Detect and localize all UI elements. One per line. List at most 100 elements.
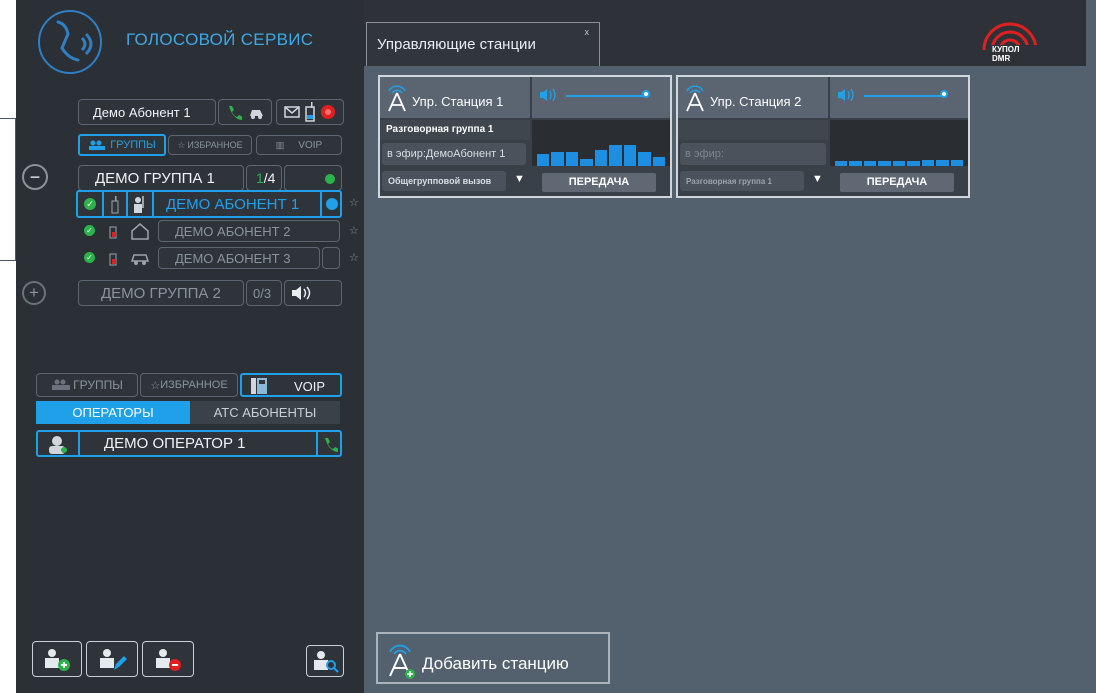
house-icon: [131, 223, 149, 240]
message-icon[interactable]: [284, 105, 300, 119]
level-bar: [936, 160, 949, 166]
tab-favorites-bottom[interactable]: ☆ ИЗБРАННОЕ: [140, 373, 238, 397]
subscriber-row-1[interactable]: ✓ ДЕМО АБОНЕНТ 1: [76, 190, 342, 218]
group-name-box[interactable]: ДЕМО ГРУППА 2: [78, 280, 244, 306]
side-panel-outline: [0, 118, 16, 261]
station-card-2[interactable]: Упр. Станция 2 в эфир: Разговорная групп…: [676, 75, 970, 198]
tab-groups-bottom[interactable]: ГРУППЫ: [36, 373, 138, 397]
speaker-icon: [540, 88, 556, 102]
level-bar: [950, 160, 963, 166]
station-card-1[interactable]: Упр. Станция 1 Разговорная группа 1 в эф…: [378, 75, 672, 198]
level-bar: [907, 161, 920, 166]
search-user-icon: [314, 651, 339, 673]
call-icon[interactable]: [322, 436, 338, 452]
transmit-button[interactable]: ПЕРЕДАЧА: [542, 173, 656, 192]
operator-row[interactable]: ДЕМО ОПЕРАТОР 1: [36, 430, 342, 457]
add-antenna-icon: [389, 644, 415, 679]
on-air-field: в эфир:ДемоАбонент 1: [382, 143, 526, 165]
check-icon: ✓: [84, 252, 95, 263]
volume-slider-track[interactable]: [566, 95, 646, 97]
check-icon: ✓: [84, 198, 96, 210]
radio-icon: [111, 196, 119, 214]
subscriber-name: ДЕМО АБОНЕНТ 2: [175, 224, 291, 239]
user-actions: [218, 99, 272, 125]
phone-icon[interactable]: [226, 104, 242, 120]
collapse-group-button[interactable]: −: [22, 164, 48, 190]
level-bar: [849, 161, 862, 166]
group-count: 0/3: [246, 280, 282, 306]
audio-level-meter: [532, 120, 670, 166]
call-type-select[interactable]: Общегрупповой вызов: [382, 171, 506, 191]
radio-icon[interactable]: [304, 102, 316, 122]
tab-voip-bottom[interactable]: VOIP: [240, 373, 342, 397]
tab-favorites[interactable]: ☆ ИЗБРАННОЕ: [168, 135, 252, 155]
antenna-icon: [388, 85, 406, 112]
favorite-star-icon[interactable]: ☆: [349, 224, 359, 237]
level-bar: [652, 157, 665, 166]
tab-groups[interactable]: ГРУППЫ: [78, 134, 166, 156]
level-bars: [834, 120, 964, 166]
level-bar: [638, 152, 651, 166]
edit-user-icon: [100, 649, 127, 670]
level-bar: [551, 152, 564, 166]
level-bar: [609, 145, 622, 166]
add-user-icon: [45, 649, 70, 671]
volume-slider-knob[interactable]: [940, 90, 948, 98]
car-icon: [130, 254, 150, 265]
subscriber-row-2[interactable]: ✓ ДЕМО АБОНЕНТ 2: [78, 220, 340, 242]
level-bar: [580, 159, 593, 166]
level-bar: [623, 145, 637, 166]
search-user-button[interactable]: [306, 645, 344, 677]
talk-group: [678, 120, 828, 124]
favorite-star-icon[interactable]: ☆: [349, 196, 359, 209]
alarm-icon[interactable]: [320, 104, 336, 120]
tab-pbx-subscribers[interactable]: АТС АБОНЕНТЫ: [190, 401, 340, 424]
add-station-button[interactable]: Добавить станцию: [376, 632, 610, 684]
operator-name: ДЕМО ОПЕРАТОР 1: [104, 435, 246, 452]
audio-level-meter: [830, 120, 968, 166]
subscriber-name: ДЕМО АБОНЕНТ 1: [166, 196, 300, 213]
tab-operators[interactable]: ОПЕРАТОРЫ: [36, 401, 190, 424]
user-name: Демо Абонент 1: [93, 105, 191, 120]
star-icon: ☆: [177, 139, 186, 150]
level-bar: [537, 154, 550, 166]
subscriber-row-3[interactable]: ✓ ДЕМО АБОНЕНТ 3: [78, 247, 340, 269]
group-name-box[interactable]: ДЕМО ГРУППА 1: [78, 165, 244, 191]
group-speaker[interactable]: [284, 280, 342, 306]
favorite-star-icon[interactable]: ☆: [349, 251, 359, 264]
level-bar: [835, 161, 848, 166]
remove-user-icon: [156, 649, 181, 671]
on-air-field: в эфир:: [680, 143, 826, 165]
dropdown-arrow-icon[interactable]: ▼: [514, 173, 525, 185]
transmit-button[interactable]: ПЕРЕДАЧА: [840, 173, 954, 192]
brand-logo: КУПОЛ DMR: [980, 14, 1040, 63]
level-bar: [892, 161, 906, 166]
users-icon: [52, 379, 71, 390]
car-icon[interactable]: [248, 104, 264, 120]
volume-slider-knob[interactable]: [642, 90, 650, 98]
subscriber-name: ДЕМО АБОНЕНТ 3: [175, 251, 291, 266]
add-user-button[interactable]: [32, 641, 82, 677]
app-title: ГОЛОСОВОЙ СЕРВИС: [126, 30, 314, 49]
online-indicator: [325, 174, 335, 184]
dropdown-arrow-icon[interactable]: ▼: [812, 173, 823, 185]
app-logo-icon: [36, 8, 104, 76]
edit-user-button[interactable]: [86, 641, 138, 677]
group-status: [284, 165, 342, 191]
remove-user-button[interactable]: [142, 641, 194, 677]
level-bar: [878, 161, 891, 166]
talk-group: Разговорная группа 1: [386, 124, 494, 135]
expand-group-button[interactable]: +: [22, 281, 46, 305]
call-type-select[interactable]: Разговорная группа 1: [680, 171, 804, 191]
speaker-icon: [838, 88, 854, 102]
level-bars: [536, 120, 666, 166]
volume-slider-track[interactable]: [864, 95, 944, 97]
radio-off-icon: [109, 253, 117, 266]
antenna-icon: [686, 85, 704, 112]
close-tab-icon[interactable]: x: [585, 27, 590, 37]
person-radio-icon: [134, 196, 144, 213]
star-icon: ☆: [150, 379, 161, 392]
tab-voip[interactable]: ▥ VOIP: [256, 135, 342, 155]
selected-indicator: [326, 198, 338, 210]
tab-control-stations[interactable]: Управляющие станции x: [366, 22, 600, 66]
